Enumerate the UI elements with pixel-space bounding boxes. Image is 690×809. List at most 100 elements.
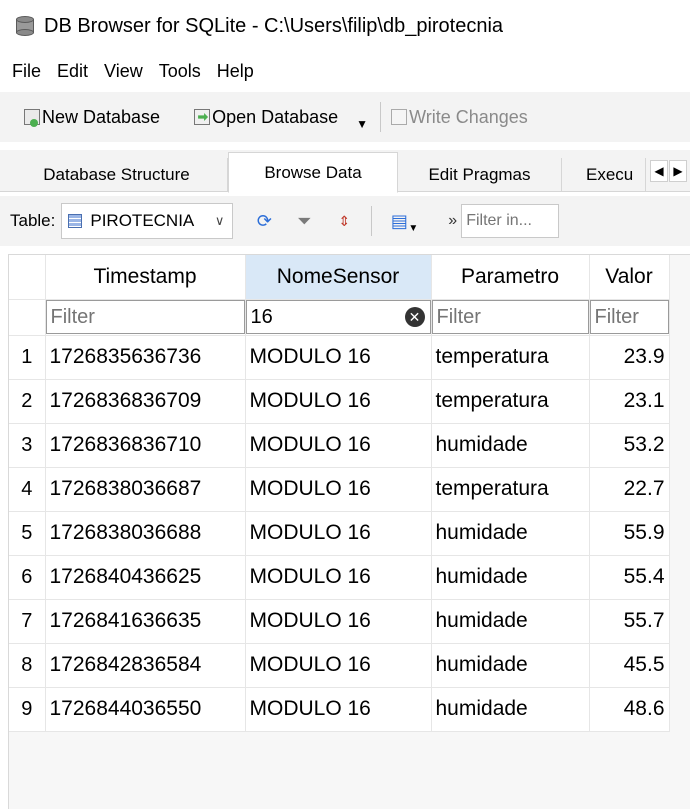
table-row[interactable]: 8 1726842836584 MODULO 16 humidade 45.5 xyxy=(9,643,670,688)
column-header-parametro[interactable]: Parametro xyxy=(431,255,590,300)
database-icon xyxy=(14,15,36,37)
cell-valor[interactable]: 48.6 xyxy=(589,687,670,732)
cell-nomesensor[interactable]: MODULO 16 xyxy=(245,335,432,380)
cell-parametro[interactable]: humidade xyxy=(431,643,590,688)
cell-parametro[interactable]: temperatura xyxy=(431,379,590,424)
table-name: PIROTECNIA xyxy=(90,211,195,230)
tab-execute-sql[interactable]: Execu xyxy=(562,158,646,192)
table-row[interactable]: 7 1726841636635 MODULO 16 humidade 55.7 xyxy=(9,599,670,644)
column-header-nomesensor[interactable]: NomeSensor xyxy=(245,255,432,300)
table-row[interactable]: 1 1726835636736 MODULO 16 temperatura 23… xyxy=(9,335,670,380)
table-row[interactable]: 4 1726838036687 MODULO 16 temperatura 22… xyxy=(9,467,670,512)
filter-valor-input[interactable] xyxy=(589,300,669,334)
write-changes-button[interactable]: Write Changes xyxy=(391,107,528,128)
row-number[interactable]: 7 xyxy=(9,599,46,644)
more-tools-icon[interactable]: » xyxy=(448,212,457,230)
cell-nomesensor[interactable]: MODULO 16 xyxy=(245,687,432,732)
menu-help[interactable]: Help xyxy=(209,61,262,82)
cell-nomesensor[interactable]: MODULO 16 xyxy=(245,379,432,424)
sort-icon[interactable]: ⇕ xyxy=(331,208,357,234)
column-header-valor[interactable]: Valor xyxy=(589,255,670,300)
cell-nomesensor[interactable]: MODULO 16 xyxy=(245,599,432,644)
grid-body: 1 1726835636736 MODULO 16 temperatura 23… xyxy=(9,335,670,732)
filter-nomesensor-input[interactable] xyxy=(245,300,431,334)
window-title: DB Browser for SQLite - C:\Users\filip\d… xyxy=(44,14,504,37)
cell-valor[interactable]: 55.7 xyxy=(589,599,670,644)
cell-timestamp[interactable]: 1726838036688 xyxy=(45,511,246,556)
cell-nomesensor[interactable]: MODULO 16 xyxy=(245,467,432,512)
grid-corner[interactable] xyxy=(9,255,46,300)
cell-valor[interactable]: 55.9 xyxy=(589,511,670,556)
cell-valor[interactable]: 53.2 xyxy=(589,423,670,468)
global-filter-input[interactable] xyxy=(461,204,560,238)
browse-toolbar: Table: PIROTECNIA ∨ ⟳ ⏷ ⇕ ▤ ▼ » xyxy=(0,196,690,246)
main-toolbar: New Database Open Database ▼ Write Chang… xyxy=(0,92,690,142)
row-number[interactable]: 2 xyxy=(9,379,46,424)
cell-timestamp[interactable]: 1726838036687 xyxy=(45,467,246,512)
table-row[interactable]: 9 1726844036550 MODULO 16 humidade 48.6 xyxy=(9,687,670,732)
table-selector[interactable]: PIROTECNIA ∨ xyxy=(61,203,234,239)
cell-valor[interactable]: 45.5 xyxy=(589,643,670,688)
menu-bar: File Edit View Tools Help xyxy=(0,52,690,90)
open-database-button[interactable]: Open Database xyxy=(194,107,338,128)
cell-nomesensor[interactable]: MODULO 16 xyxy=(245,423,432,468)
tab-edit-pragmas[interactable]: Edit Pragmas xyxy=(398,158,562,192)
tab-database-structure[interactable]: Database Structure xyxy=(6,158,228,192)
cell-valor[interactable]: 23.9 xyxy=(589,335,670,380)
cell-nomesensor[interactable]: MODULO 16 xyxy=(245,511,432,556)
row-number[interactable]: 5 xyxy=(9,511,46,556)
cell-valor[interactable]: 55.4 xyxy=(589,555,670,600)
menu-tools[interactable]: Tools xyxy=(151,61,209,82)
table-row[interactable]: 5 1726838036688 MODULO 16 humidade 55.9 xyxy=(9,511,670,556)
filter-cell-parametro xyxy=(431,299,590,336)
main-tabs: Database Structure Browse Data Edit Prag… xyxy=(0,150,690,193)
row-number[interactable]: 3 xyxy=(9,423,46,468)
table-row[interactable]: 3 1726836836710 MODULO 16 humidade 53.2 xyxy=(9,423,670,468)
row-number[interactable]: 8 xyxy=(9,643,46,688)
cell-timestamp[interactable]: 1726840436625 xyxy=(45,555,246,600)
row-number[interactable]: 6 xyxy=(9,555,46,600)
menu-edit[interactable]: Edit xyxy=(49,61,96,82)
row-number[interactable]: 1 xyxy=(9,335,46,380)
cell-parametro[interactable]: temperatura xyxy=(431,335,590,380)
filter-parametro-input[interactable] xyxy=(431,300,589,334)
open-database-dropdown-icon[interactable]: ▼ xyxy=(356,117,368,131)
menu-view[interactable]: View xyxy=(96,61,151,82)
cell-parametro[interactable]: humidade xyxy=(431,423,590,468)
filter-timestamp-input[interactable] xyxy=(45,300,245,334)
table-row[interactable]: 2 1726836836709 MODULO 16 temperatura 23… xyxy=(9,379,670,424)
table-icon xyxy=(68,214,83,228)
chevron-down-icon: ∨ xyxy=(214,213,225,228)
cell-timestamp[interactable]: 1726836836709 xyxy=(45,379,246,424)
tab-browse-data[interactable]: Browse Data xyxy=(228,152,398,193)
clear-filters-icon[interactable]: ⏷ xyxy=(291,208,317,234)
tab-scroll-left-icon[interactable]: ◀ xyxy=(650,160,668,182)
cell-parametro[interactable]: humidade xyxy=(431,687,590,732)
cell-valor[interactable]: 22.7 xyxy=(589,467,670,512)
cell-parametro[interactable]: temperatura xyxy=(431,467,590,512)
cell-parametro[interactable]: humidade xyxy=(431,511,590,556)
cell-timestamp[interactable]: 1726835636736 xyxy=(45,335,246,380)
cell-valor[interactable]: 23.1 xyxy=(589,379,670,424)
row-number[interactable]: 4 xyxy=(9,467,46,512)
cell-timestamp[interactable]: 1726842836584 xyxy=(45,643,246,688)
row-number[interactable]: 9 xyxy=(9,687,46,732)
filter-cell-nomesensor: ✕ xyxy=(245,299,432,336)
cell-nomesensor[interactable]: MODULO 16 xyxy=(245,555,432,600)
new-database-button[interactable]: New Database xyxy=(24,107,160,128)
cell-timestamp[interactable]: 1726836836710 xyxy=(45,423,246,468)
refresh-icon[interactable]: ⟳ xyxy=(251,208,277,234)
cell-timestamp[interactable]: 1726841636635 xyxy=(45,599,246,644)
new-document-icon xyxy=(24,109,40,127)
cell-parametro[interactable]: humidade xyxy=(431,555,590,600)
column-header-timestamp[interactable]: Timestamp xyxy=(45,255,246,300)
save-table-dropdown-icon[interactable]: ▼ xyxy=(408,223,418,234)
table-row[interactable]: 6 1726840436625 MODULO 16 humidade 55.4 xyxy=(9,555,670,600)
cell-timestamp[interactable]: 1726844036550 xyxy=(45,687,246,732)
menu-file[interactable]: File xyxy=(4,61,49,82)
cell-nomesensor[interactable]: MODULO 16 xyxy=(245,643,432,688)
cell-parametro[interactable]: humidade xyxy=(431,599,590,644)
tab-scroll-right-icon[interactable]: ▶ xyxy=(669,160,687,182)
clear-filter-icon[interactable]: ✕ xyxy=(404,306,425,327)
data-grid: Timestamp NomeSensor Parametro Valor ✕ xyxy=(9,255,670,732)
